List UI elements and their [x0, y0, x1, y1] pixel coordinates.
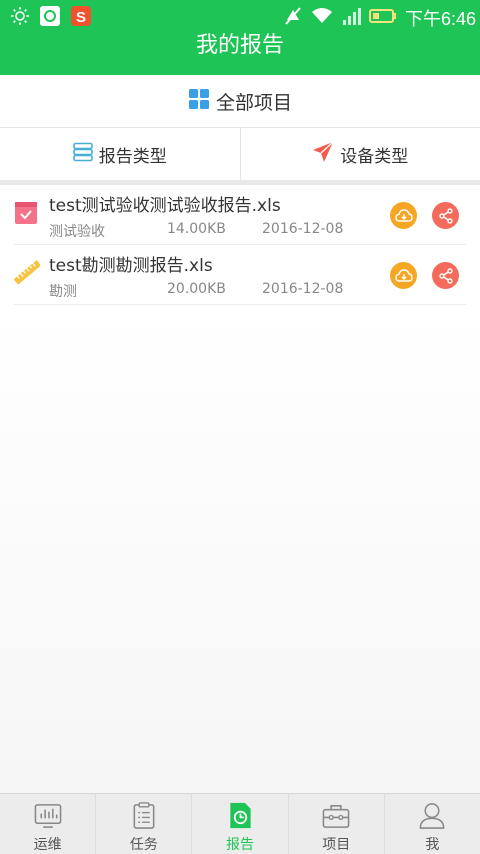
- tab-label: 任务: [130, 834, 158, 854]
- device-type-label: 设备类型: [340, 142, 408, 167]
- svg-text:S: S: [76, 9, 86, 26]
- empty-content-area: [0, 305, 480, 793]
- report-type-filter[interactable]: 报告类型: [0, 128, 241, 180]
- checklist-icon: [14, 199, 40, 227]
- clipboard-icon: [129, 801, 159, 830]
- tab-label: 项目: [322, 834, 350, 854]
- battery-icon: [369, 8, 397, 28]
- share-button[interactable]: [432, 202, 459, 229]
- all-projects-filter[interactable]: 全部项目: [0, 75, 480, 128]
- type-filter-row: 报告类型 设备类型: [0, 128, 480, 180]
- brightness-icon: [10, 6, 30, 30]
- tab-tasks[interactable]: 任务: [96, 794, 192, 854]
- file-name: test勘测勘测报告.xls: [49, 251, 213, 276]
- tab-operations[interactable]: 运维: [0, 794, 96, 854]
- file-category: 勘测: [49, 281, 77, 301]
- file-date: 2016-12-08: [262, 221, 343, 237]
- signal-icon: [341, 6, 361, 30]
- status-time: 下午6:46: [405, 5, 476, 31]
- tab-me[interactable]: 我: [385, 794, 480, 854]
- download-button[interactable]: [390, 262, 417, 289]
- share-button[interactable]: [432, 262, 459, 289]
- status-bar: S 下午6:46: [0, 0, 480, 34]
- tab-label: 我: [425, 834, 439, 854]
- database-icon: [73, 142, 93, 167]
- header-bar: S 下午6:46 我的报告: [0, 0, 480, 75]
- share-icon: [438, 268, 454, 284]
- file-size: 14.00KB: [167, 221, 226, 237]
- report-icon: [225, 801, 255, 830]
- bottom-tab-bar: 运维 任务 报告 项目 我: [0, 793, 480, 854]
- person-icon: [417, 801, 447, 830]
- file-date: 2016-12-08: [262, 281, 343, 297]
- device-type-filter[interactable]: 设备类型: [241, 128, 480, 180]
- ruler-icon: [14, 259, 40, 287]
- download-button[interactable]: [390, 202, 417, 229]
- all-projects-label: 全部项目: [216, 88, 292, 115]
- tab-label: 运维: [34, 834, 62, 854]
- toolbox-icon: [321, 801, 351, 830]
- tab-reports[interactable]: 报告: [192, 794, 288, 854]
- mute-icon: [283, 6, 303, 30]
- tab-label: 报告: [226, 834, 254, 854]
- file-name: test测试验收测试验收报告.xls: [49, 191, 281, 216]
- cloud-download-icon: [395, 208, 413, 224]
- wifi-icon: [311, 6, 333, 30]
- app-notification-icon: [39, 5, 61, 31]
- paper-plane-icon: [312, 141, 334, 168]
- grid-icon: [188, 88, 210, 114]
- monitor-chart-icon: [33, 801, 63, 830]
- sogou-icon: S: [70, 5, 92, 31]
- page-title: 我的报告: [0, 30, 480, 62]
- file-size: 20.00KB: [167, 281, 226, 297]
- tab-projects[interactable]: 项目: [289, 794, 385, 854]
- file-category: 测试验收: [49, 221, 105, 241]
- list-item[interactable]: test测试验收测试验收报告.xls 测试验收 14.00KB 2016-12-…: [14, 185, 466, 245]
- cloud-download-icon: [395, 268, 413, 284]
- share-icon: [438, 208, 454, 224]
- report-type-label: 报告类型: [99, 142, 167, 167]
- report-list: test测试验收测试验收报告.xls 测试验收 14.00KB 2016-12-…: [0, 185, 480, 305]
- list-item[interactable]: test勘测勘测报告.xls 勘测 20.00KB 2016-12-08: [14, 245, 466, 305]
